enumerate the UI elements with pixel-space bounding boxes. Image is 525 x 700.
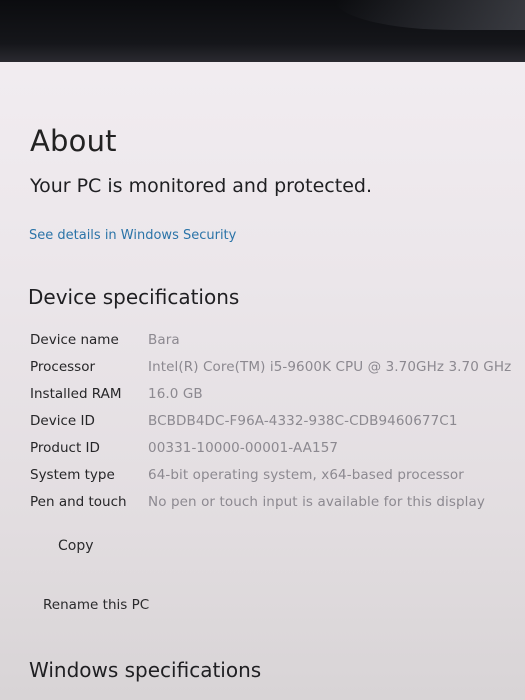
spec-row-processor: Processor Intel(R) Core(TM) i5-9600K CPU…	[30, 359, 525, 383]
spec-label: System type	[30, 467, 115, 483]
protection-status-text: Your PC is monitored and protected.	[30, 175, 372, 197]
windows-security-link[interactable]: See details in Windows Security	[29, 228, 236, 243]
spec-row-system-type: System type 64-bit operating system, x64…	[30, 467, 525, 491]
spec-value: 00331-10000-00001-AA157	[148, 440, 339, 456]
spec-value: No pen or touch input is available for t…	[148, 494, 485, 510]
page-title: About	[30, 124, 117, 158]
settings-about-page: About Your PC is monitored and protected…	[0, 62, 525, 700]
windows-specifications-heading: Windows specifications	[29, 658, 262, 682]
spec-row-installed-ram: Installed RAM 16.0 GB	[30, 386, 525, 410]
monitor-bezel	[0, 0, 525, 62]
rename-pc-button[interactable]: Rename this PC	[43, 597, 149, 613]
spec-row-device-name: Device name Bara	[30, 332, 525, 356]
spec-value: Intel(R) Core(TM) i5-9600K CPU @ 3.70GHz…	[148, 359, 512, 375]
device-specifications-heading: Device specifications	[28, 285, 240, 309]
spec-label: Processor	[30, 359, 96, 375]
spec-row-product-id: Product ID 00331-10000-00001-AA157	[30, 440, 525, 464]
bezel-reflection	[335, 0, 525, 30]
spec-label: Device name	[30, 332, 119, 348]
spec-label: Product ID	[30, 440, 100, 456]
spec-value: Bara	[148, 332, 180, 348]
spec-value: 64-bit operating system, x64-based proce…	[148, 467, 464, 483]
spec-label: Pen and touch	[30, 494, 127, 510]
spec-label: Device ID	[30, 413, 95, 429]
spec-value: BCBDB4DC-F96A-4332-938C-CDB9460677C1	[148, 413, 458, 429]
spec-label: Installed RAM	[30, 386, 122, 402]
copy-button[interactable]: Copy	[58, 538, 94, 554]
spec-row-pen-and-touch: Pen and touch No pen or touch input is a…	[30, 494, 525, 518]
spec-value: 16.0 GB	[148, 386, 203, 402]
spec-row-device-id: Device ID BCBDB4DC-F96A-4332-938C-CDB946…	[30, 413, 525, 437]
screen-photo: About Your PC is monitored and protected…	[0, 0, 525, 700]
